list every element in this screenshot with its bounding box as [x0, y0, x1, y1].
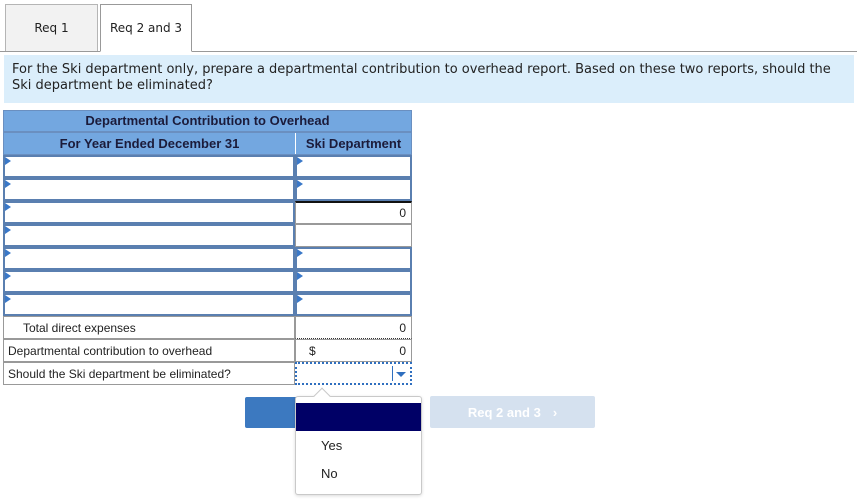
line-item-amount-input[interactable] [295, 155, 412, 178]
ski-department-header: Ski Department [305, 136, 402, 151]
dropdown-indicator-icon [297, 180, 303, 188]
line-item-amount-input[interactable] [295, 247, 412, 270]
tab-req-2-and-3[interactable]: Req 2 and 3 [100, 4, 192, 52]
dropdown-option-no[interactable]: No [321, 466, 338, 481]
total-direct-expenses-label: Total direct expenses [3, 316, 295, 339]
dropdown-indicator-icon [297, 272, 303, 280]
dropdown-indicator-icon [5, 272, 11, 280]
dropdown-indicator-icon [5, 249, 11, 257]
dropdown-indicator-icon [297, 157, 303, 165]
dropdown-indicator-icon [5, 295, 11, 303]
line-item-label-input[interactable] [3, 293, 295, 316]
dropdown-option-blank[interactable] [296, 403, 421, 431]
currency-symbol: $ [309, 343, 316, 358]
dropdown-indicator-icon [5, 226, 11, 234]
line-item-amount-input[interactable] [295, 270, 412, 293]
line-item-label-input[interactable] [3, 155, 295, 178]
tab-req-1-label: Req 1 [34, 21, 69, 35]
total-direct-expenses-value: 0 [295, 316, 412, 339]
dropdown-caret [313, 387, 331, 405]
line-item-label-input[interactable] [3, 224, 295, 247]
chevron-down-icon[interactable] [396, 372, 406, 377]
table-row [3, 293, 412, 316]
next-button-req-2-and-3[interactable]: Req 2 and 3 › [430, 396, 595, 428]
line-item-amount-input[interactable] [295, 293, 412, 316]
line-item-label-input[interactable] [3, 201, 295, 224]
report-title: Departmental Contribution to Overhead [3, 110, 412, 132]
contribution-label: Departmental contribution to overhead [3, 339, 295, 362]
report-header-row: For Year Ended December 31 Ski Departmen… [3, 132, 412, 155]
dropdown-option-yes[interactable]: Yes [321, 438, 342, 453]
contribution-value: 0 [399, 343, 406, 358]
line-item-label-input[interactable] [3, 270, 295, 293]
eliminate-question-row: Should the Ski department be eliminated? [3, 362, 412, 385]
select-divider [392, 366, 393, 381]
line-item-label-input[interactable] [3, 178, 295, 201]
period-label: For Year Ended December 31 [4, 133, 296, 154]
dropdown-indicator-icon [5, 203, 11, 211]
table-row: 0 [3, 201, 412, 224]
table-row [3, 270, 412, 293]
contribution-row: Departmental contribution to overhead $ … [3, 339, 412, 362]
table-row [3, 247, 412, 270]
line-item-label-input[interactable] [3, 247, 295, 270]
eliminate-select[interactable] [295, 362, 412, 385]
dropdown-indicator-icon [5, 157, 11, 165]
chevron-right-icon: › [552, 404, 558, 420]
tab-bar: Req 1 Req 2 and 3 [0, 0, 857, 52]
table-row [3, 178, 412, 201]
subtotal-value: 0 [295, 201, 412, 224]
tab-req-1[interactable]: Req 1 [5, 4, 98, 52]
instructions: For the Ski department only, prepare a d… [4, 55, 854, 103]
empty-value-cell [295, 224, 412, 247]
eliminate-question-label: Should the Ski department be eliminated? [3, 362, 295, 385]
next-button-label: Req 2 and 3 [467, 404, 541, 420]
contribution-value-cell: $ 0 [295, 339, 412, 362]
table-row [3, 155, 412, 178]
contribution-report: Departmental Contribution to Overhead Fo… [3, 110, 412, 385]
eliminate-dropdown-menu: Yes No [295, 387, 422, 495]
line-item-amount-input[interactable] [295, 178, 412, 201]
table-row [3, 224, 412, 247]
dropdown-indicator-icon [297, 295, 303, 303]
total-direct-expenses-row: Total direct expenses 0 [3, 316, 412, 339]
tab-req-2-and-3-label: Req 2 and 3 [109, 21, 183, 35]
dropdown-indicator-icon [5, 180, 11, 188]
dropdown-indicator-icon [297, 249, 303, 257]
